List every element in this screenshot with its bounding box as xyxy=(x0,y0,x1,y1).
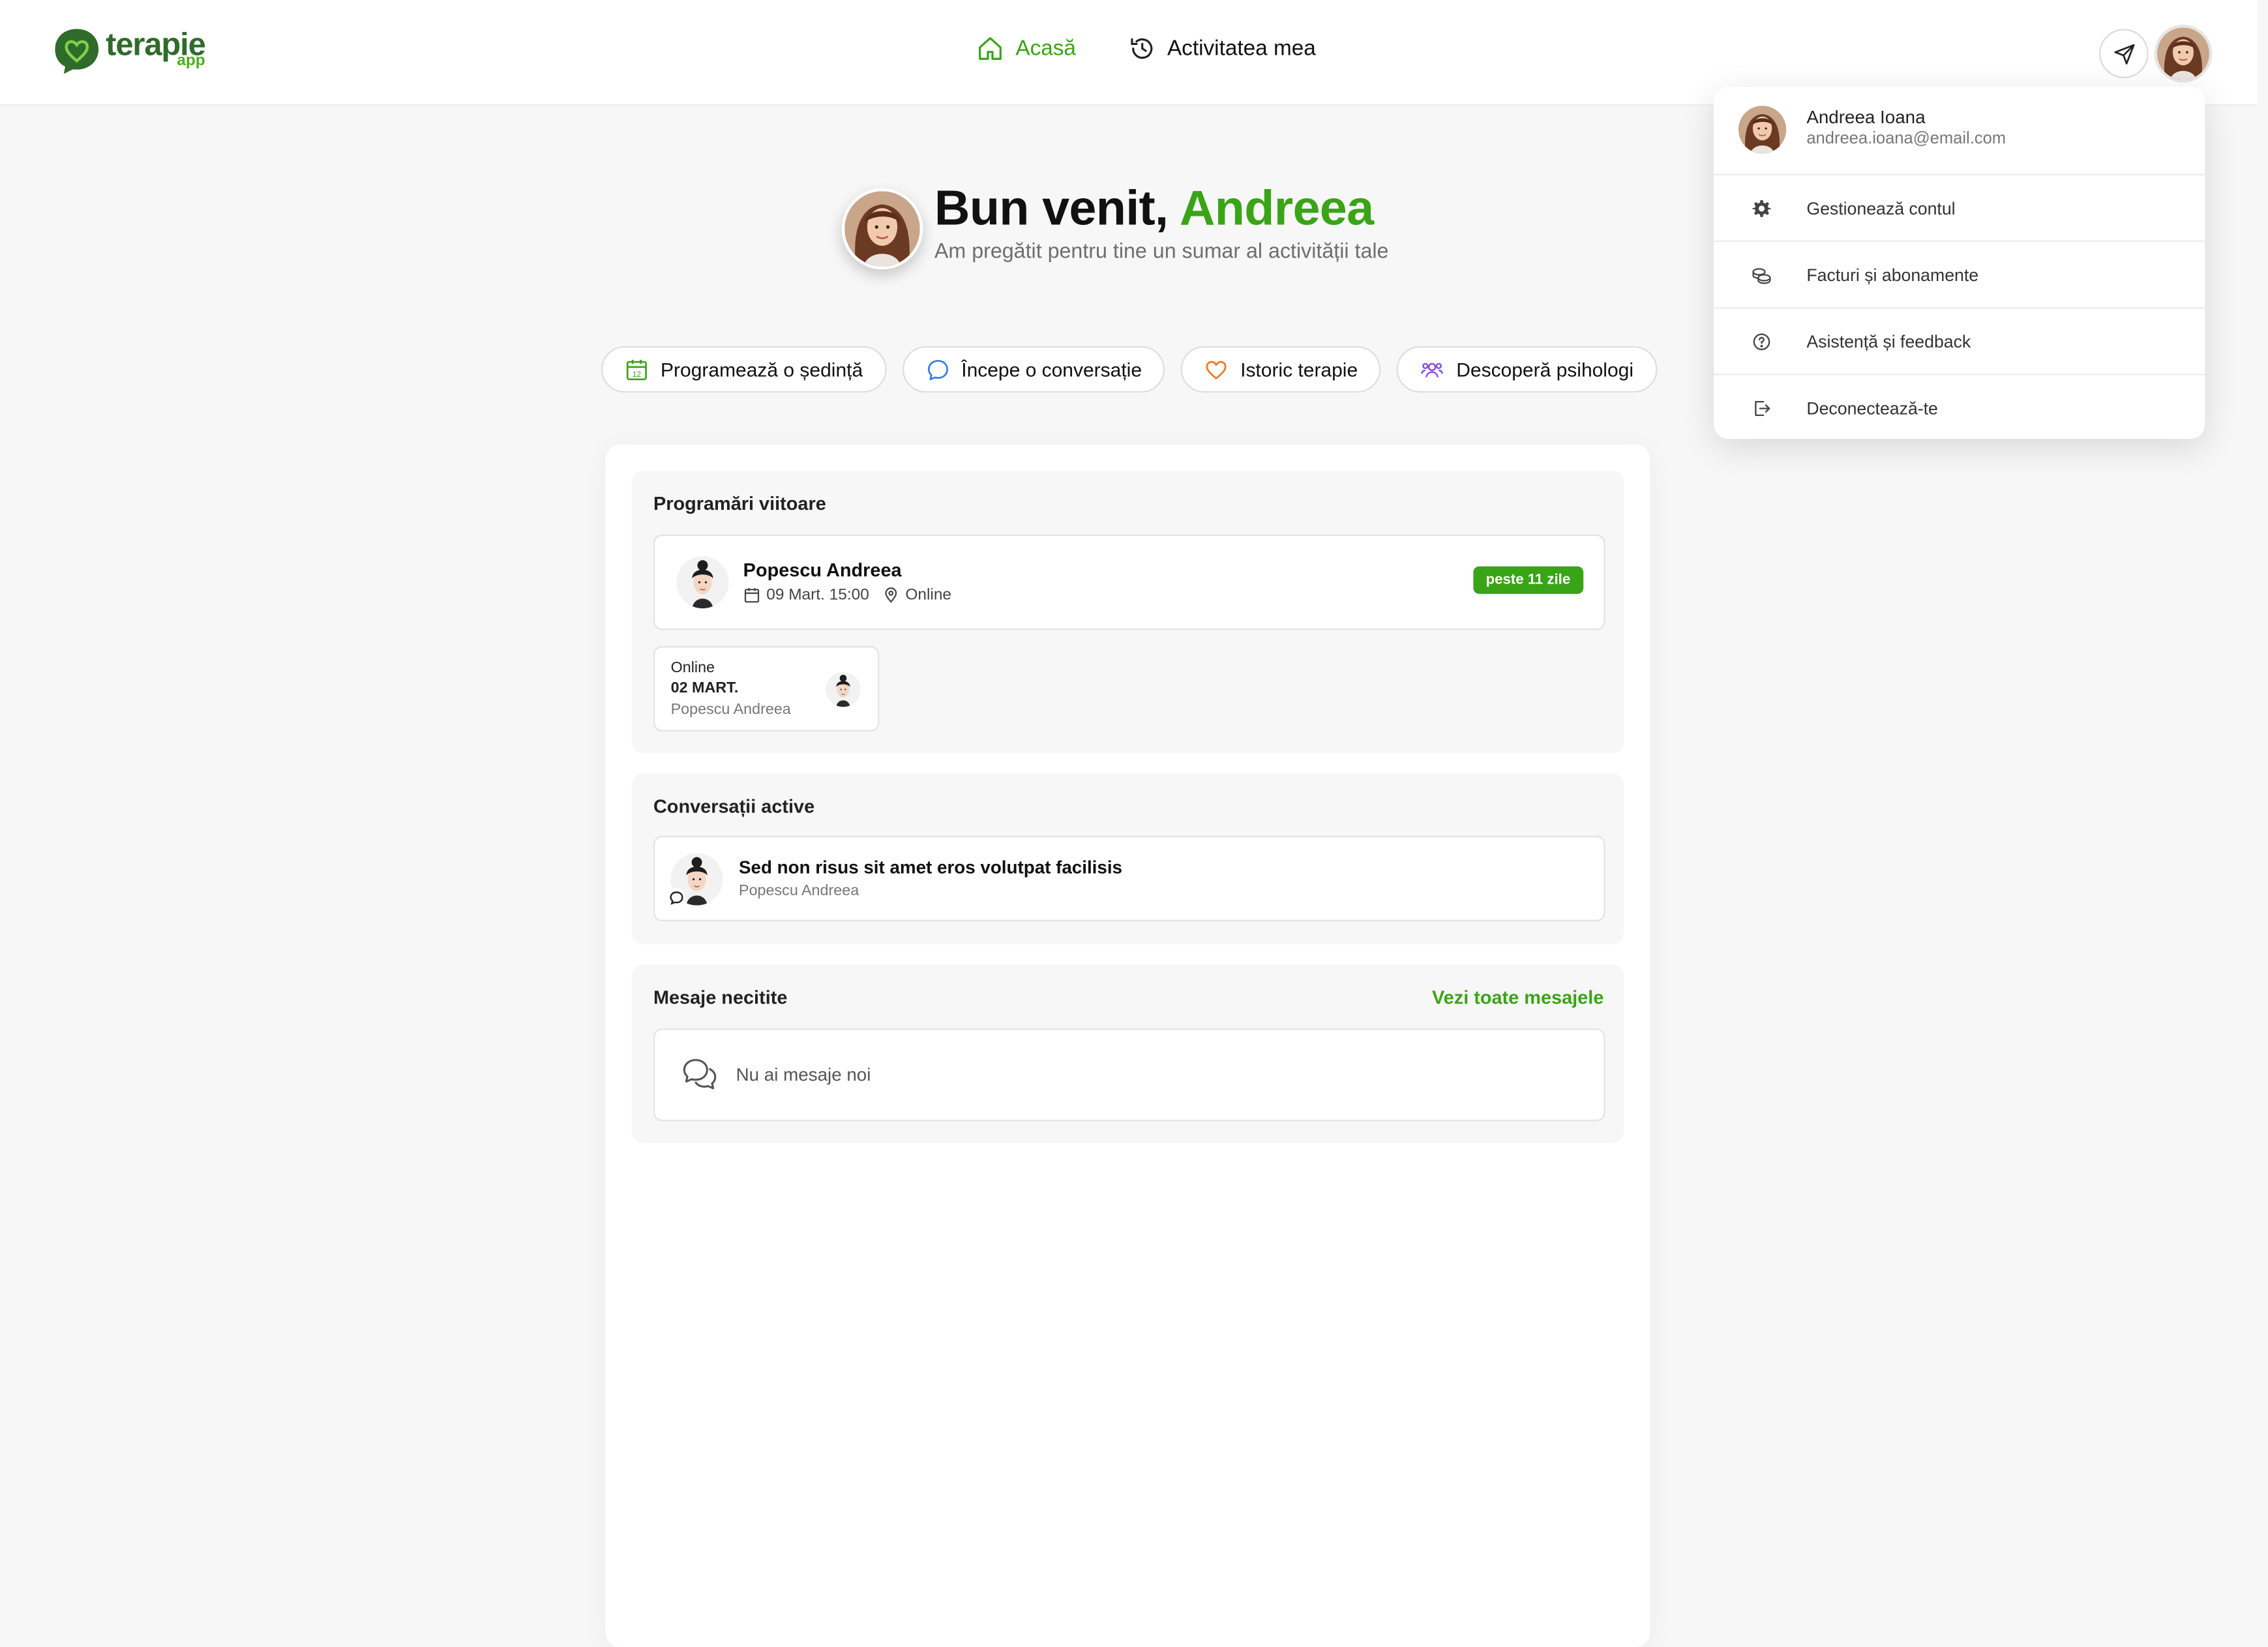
nav-item-activity[interactable]: Activitatea mea xyxy=(1128,35,1316,62)
nav-item-label: Activitatea mea xyxy=(1167,36,1316,61)
logo[interactable]: terapie app xyxy=(52,26,206,76)
psychologist-avatar xyxy=(826,672,861,707)
appointment-date: 02 MART. xyxy=(670,679,739,697)
menu-item-label: Asistență și feedback xyxy=(1806,331,1971,351)
user-first-name: Andreea xyxy=(1179,181,1374,237)
history-icon xyxy=(1130,38,1152,59)
menu-item-label: Deconectează-te xyxy=(1806,397,1938,418)
menu-item-manage-account[interactable]: Gestionează contul xyxy=(1714,175,2205,243)
menu-item-support[interactable]: Asistență și feedback xyxy=(1714,308,2205,376)
logout-icon xyxy=(1755,400,1770,415)
help-circle-icon xyxy=(1753,333,1770,350)
appointment-date: 09 Mart. 15:00 xyxy=(766,586,869,604)
active-conversations-section: Conversații active Sed non risus sit ame… xyxy=(631,773,1624,945)
psychologist-name: Popescu Andreea xyxy=(670,701,791,719)
action-label: Istoric terapie xyxy=(1240,358,1358,381)
upcoming-appointments-section: Programări viitoare Popescu Andreea 09 M… xyxy=(631,471,1624,754)
section-title: Programări viitoare xyxy=(653,492,826,514)
section-title: Conversații active xyxy=(653,795,815,817)
greeting: Bun venit, xyxy=(934,181,1169,237)
dashboard-card: Programări viitoare Popescu Andreea 09 M… xyxy=(605,445,1650,1647)
start-conversation-button[interactable]: Începe o conversație xyxy=(902,346,1165,393)
user-avatar-button[interactable] xyxy=(2154,24,2213,83)
therapy-history-button[interactable]: Istoric terapie xyxy=(1181,346,1381,393)
chat-bubbles-icon xyxy=(683,1059,717,1090)
chat-badge xyxy=(668,887,685,906)
conversation-participant: Popescu Andreea xyxy=(739,882,859,900)
conversation-title: Sed non risus sit amet eros volutpat fac… xyxy=(739,857,1123,878)
svg-text:12: 12 xyxy=(633,369,641,378)
appointment-meta: 09 Mart. 15:00 Online xyxy=(743,587,951,604)
action-label: Începe o conversație xyxy=(961,358,1142,381)
action-label: Programează o ședință xyxy=(661,358,863,381)
menu-item-billing[interactable]: Facturi și abonamente xyxy=(1714,242,2205,309)
appointment-type: Online xyxy=(670,659,715,677)
chat-bubble-icon xyxy=(670,891,683,905)
menu-item-label: Gestionează contul xyxy=(1806,198,1956,218)
avatar xyxy=(1738,106,1786,153)
send-button[interactable] xyxy=(2099,29,2149,78)
avatar xyxy=(2157,27,2209,80)
menu-item-logout[interactable]: Deconectează-te xyxy=(1714,375,2205,440)
home-icon xyxy=(979,37,1002,60)
coins-icon xyxy=(1752,267,1771,284)
user-email: andreea.ioana@email.com xyxy=(1806,130,2007,148)
past-appointment-card[interactable]: Online 02 MART. Popescu Andreea xyxy=(653,645,880,732)
gear-icon xyxy=(1752,199,1771,216)
psychologist-avatar xyxy=(676,556,729,609)
logo-heart-bubble-icon xyxy=(55,29,99,74)
empty-messages-state: Nu ai mesaje noi xyxy=(653,1028,1605,1121)
user-name: Andreea Ioana xyxy=(1806,107,1926,128)
menu-item-label: Facturi și abonamente xyxy=(1806,264,1979,285)
conversation-item[interactable]: Sed non risus sit amet eros volutpat fac… xyxy=(653,835,1605,921)
logo-text: terapie app xyxy=(106,27,206,68)
empty-state-text: Nu ai mesaje noi xyxy=(736,1064,871,1085)
logo-sub: app xyxy=(177,52,205,70)
schedule-session-button[interactable]: 12 Programează o ședință xyxy=(601,346,886,393)
discover-psychologists-button[interactable]: Descoperă psihologi xyxy=(1397,346,1657,393)
page-title: Bun venit, Andreea xyxy=(934,181,1374,238)
status-badge: peste 11 zile xyxy=(1472,566,1584,594)
page-subtitle: Am pregătit pentru tine un sumar al acti… xyxy=(934,240,1389,264)
main-nav: Acasă Activitatea mea xyxy=(976,35,1367,62)
action-label: Descoperă psihologi xyxy=(1456,358,1634,381)
heart-icon xyxy=(1206,360,1227,379)
avatar xyxy=(676,556,728,608)
avatar xyxy=(844,191,920,267)
nav-item-home[interactable]: Acasă xyxy=(976,35,1076,62)
unread-messages-section: Mesaje necitite Vezi toate mesajele Nu a… xyxy=(631,964,1624,1143)
calendar-icon: 12 xyxy=(626,359,647,380)
location-pin-icon xyxy=(885,587,897,603)
chat-bubble-icon xyxy=(927,359,948,380)
section-title: Mesaje necitite xyxy=(653,986,788,1009)
appointment-location: Online xyxy=(905,586,952,604)
welcome-avatar xyxy=(841,188,923,270)
paper-plane-icon xyxy=(2113,43,2134,64)
appointment-card[interactable]: Popescu Andreea 09 Mart. 15:00 Online pe… xyxy=(653,534,1605,631)
users-icon xyxy=(1421,362,1444,377)
psychologist-name: Popescu Andreea xyxy=(743,559,902,581)
user-menu-dropdown: Andreea Ioana andreea.ioana@email.com Ge… xyxy=(1714,87,2205,439)
avatar xyxy=(1738,106,1786,153)
nav-item-label: Acasă xyxy=(1015,36,1076,61)
avatar xyxy=(826,672,860,707)
quick-actions: 12 Programează o ședință Începe o conver… xyxy=(601,346,1673,393)
user-info: Andreea Ioana andreea.ioana@email.com xyxy=(1714,87,2205,175)
see-all-messages-link[interactable]: Vezi toate mesajele xyxy=(1432,987,1604,1008)
calendar-icon xyxy=(744,587,760,603)
